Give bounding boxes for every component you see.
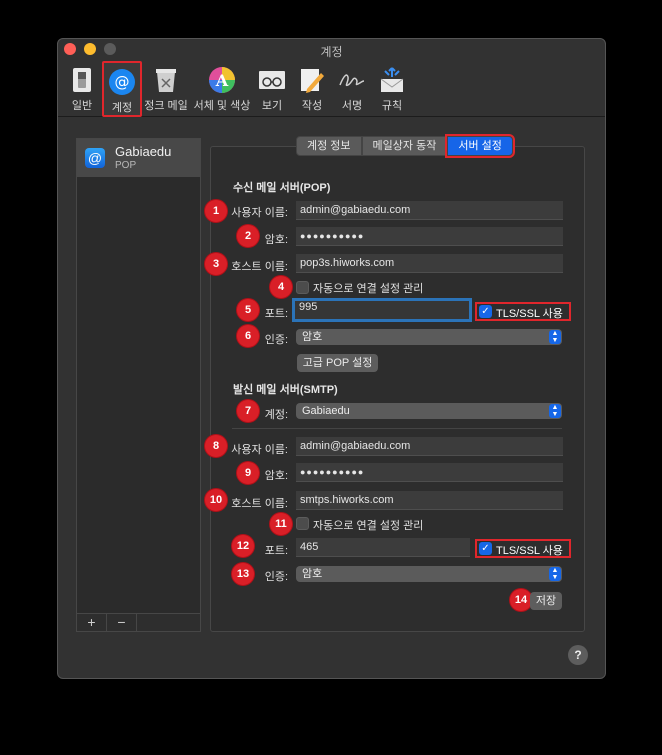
outgoing-password-field[interactable]: ●●●●●●●●●● (296, 463, 563, 482)
toolbar-account[interactable]: @ 계정 (102, 61, 142, 117)
signature-icon (339, 74, 365, 87)
outgoing-account-label: 계정: (264, 409, 288, 421)
title-bar: 계정 (58, 39, 605, 61)
trash-bin-icon (156, 69, 176, 92)
outgoing-section-title: 발신 메일 서버(SMTP) (233, 384, 338, 396)
outgoing-auto-manage-label: 자동으로 연결 설정 관리 (313, 520, 424, 532)
at-sign-icon: @ (109, 69, 135, 95)
toolbar-signatures[interactable]: 서명 (334, 61, 370, 117)
account-type: POP (115, 160, 137, 171)
svg-text:A: A (215, 71, 229, 90)
color-font-icon: A (209, 67, 235, 93)
outgoing-auth-label: 인증: (264, 571, 288, 583)
advanced-pop-settings-button[interactable]: 고급 POP 설정 (297, 354, 378, 372)
annotation-badge-3: 3 (205, 253, 227, 275)
incoming-host-field[interactable]: pop3s.hiworks.com (296, 254, 563, 273)
annotation-badge-1: 1 (205, 200, 227, 222)
add-account-button[interactable]: + (77, 614, 107, 631)
tab-mailbox-behaviors[interactable]: 메일상자 동작 (361, 136, 448, 156)
tab-account-info[interactable]: 계정 정보 (296, 136, 362, 156)
account-list-item[interactable]: @ Gabiaedu POP (77, 139, 200, 177)
outgoing-account-select[interactable]: Gabiaedu ▲ ▼ (296, 403, 562, 419)
chevron-up-down-icon: ▲ ▼ (549, 330, 561, 344)
tab-server-settings[interactable]: 서버 설정 (445, 134, 515, 158)
save-button[interactable]: 저장 (530, 592, 562, 610)
outgoing-auth-value: 암호 (302, 568, 323, 580)
incoming-auth-select[interactable]: 암호 ▲ ▼ (296, 329, 562, 345)
outgoing-port-label: 포트: (264, 545, 288, 557)
envelope-rules-icon (380, 67, 404, 92)
outgoing-tls-checkbox[interactable]: ✓ (479, 542, 492, 555)
outgoing-username-label: 사용자 이름: (231, 444, 288, 456)
annotation-badge-14: 14 (510, 589, 532, 611)
account-list-footer: + − (77, 613, 200, 631)
annotation-badge-13: 13 (232, 563, 254, 585)
incoming-tls-checkbox[interactable]: ✓ (479, 305, 492, 318)
toolbar-rules[interactable]: 규칙 (374, 61, 410, 117)
annotation-badge-6: 6 (237, 325, 259, 347)
incoming-port-field[interactable]: 995 (292, 298, 472, 322)
annotation-badge-7: 7 (237, 400, 259, 422)
outgoing-host-field[interactable]: smtps.hiworks.com (296, 491, 563, 510)
toolbar-label-junk: 정크 메일 (144, 100, 188, 112)
window-title: 계정 (320, 45, 343, 59)
glasses-icon (259, 71, 285, 89)
incoming-username-field[interactable]: admin@gabiaedu.com (296, 201, 563, 220)
annotation-badge-5: 5 (237, 299, 259, 321)
incoming-password-field[interactable]: ●●●●●●●●●● (296, 227, 563, 246)
outgoing-host-label: 호스트 이름: (231, 498, 288, 510)
incoming-username-label: 사용자 이름: (231, 207, 288, 219)
toolbar-label-composing: 작성 (301, 100, 323, 112)
toolbar-junk-mail[interactable]: 정크 메일 (144, 61, 188, 117)
annotation-badge-4: 4 (270, 276, 292, 298)
help-button[interactable]: ? (568, 645, 588, 665)
toolbar-label-fonts: 서체 및 색상 (193, 100, 251, 112)
account-list: @ Gabiaedu POP + − (76, 138, 201, 632)
annotation-badge-2: 2 (237, 225, 259, 247)
chevron-up-down-icon: ▲ ▼ (549, 567, 561, 581)
toolbar-general[interactable]: 일반 (62, 61, 102, 117)
annotation-badge-11: 11 (270, 513, 292, 535)
incoming-auth-value: 암호 (302, 331, 323, 343)
general-switch-icon (73, 68, 91, 92)
outgoing-auto-manage-checkbox[interactable] (296, 517, 309, 530)
svg-text:@: @ (115, 73, 130, 91)
outgoing-auth-select[interactable]: 암호 ▲ ▼ (296, 566, 562, 582)
settings-tabs: 계정 정보 메일상자 동작 서버 설정 (296, 134, 515, 158)
annotation-badge-9: 9 (237, 462, 259, 484)
toolbar-label-account: 계정 (111, 102, 133, 114)
toolbar-composing[interactable]: 작성 (294, 61, 330, 117)
toolbar-label-general: 일반 (71, 100, 93, 112)
account-name: Gabiaedu (115, 144, 172, 159)
incoming-password-label: 암호: (264, 234, 288, 246)
incoming-auto-manage-checkbox[interactable] (296, 281, 309, 294)
outgoing-port-field[interactable]: 465 (296, 538, 470, 557)
incoming-section-title: 수신 메일 서버(POP) (233, 182, 331, 194)
section-divider (232, 428, 562, 429)
toolbar-label-signatures: 서명 (341, 100, 363, 112)
annotation-badge-8: 8 (205, 435, 227, 457)
outgoing-account-value: Gabiaedu (302, 405, 350, 417)
outgoing-username-field[interactable]: admin@gabiaedu.com (296, 437, 563, 456)
annotation-badge-10: 10 (205, 489, 227, 511)
incoming-auto-manage-label: 자동으로 연결 설정 관리 (313, 283, 424, 295)
toolbar-label-rules: 규칙 (381, 100, 403, 112)
incoming-host-label: 호스트 이름: (231, 261, 288, 273)
incoming-tls-label: TLS/SSL 사용 (496, 308, 563, 320)
account-at-icon: @ (85, 148, 105, 168)
annotation-badge-12: 12 (232, 535, 254, 557)
outgoing-tls-label: TLS/SSL 사용 (496, 545, 563, 557)
incoming-port-label: 포트: (264, 308, 288, 320)
toolbar-label-viewing: 보기 (261, 100, 283, 112)
outgoing-password-label: 암호: (264, 470, 288, 482)
toolbar-fonts-colors[interactable]: A 서체 및 색상 (192, 61, 252, 117)
remove-account-button[interactable]: − (107, 614, 137, 631)
incoming-auth-label: 인증: (264, 334, 288, 346)
pencil-icon (301, 69, 324, 93)
preferences-toolbar: 일반 @ 계정 정크 메일 A 서체 및 색상 보기 작성 서명 규칙 (58, 61, 605, 117)
toolbar-viewing[interactable]: 보기 (254, 61, 290, 117)
chevron-up-down-icon: ▲ ▼ (549, 404, 561, 418)
